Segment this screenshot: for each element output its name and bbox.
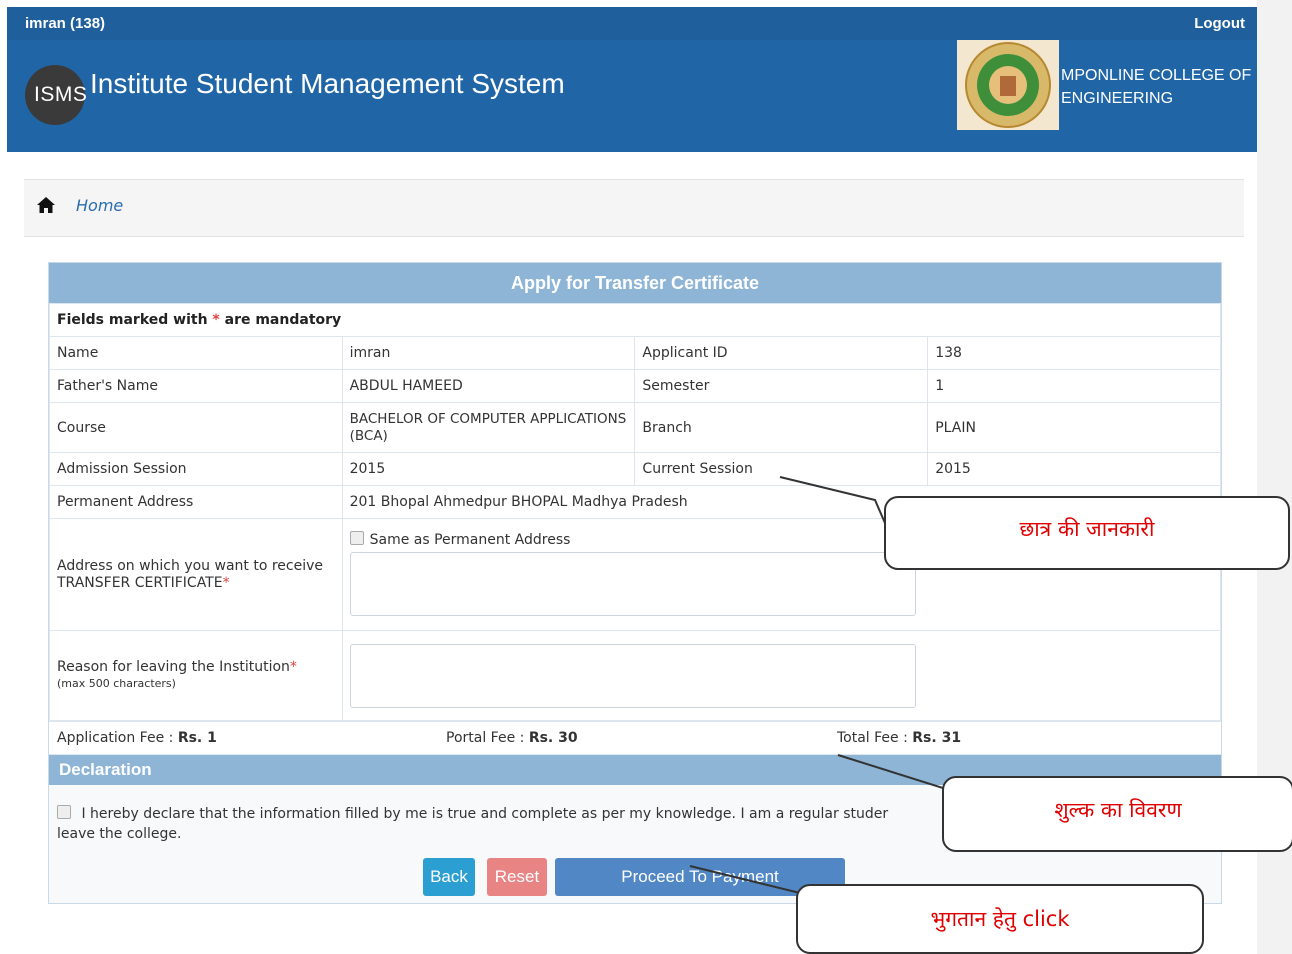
table-row: Reason for leaving the Institution* (max… bbox=[49, 630, 1222, 721]
permanent-address-label: Permanent Address bbox=[49, 485, 343, 519]
annotation-fee-details: शुल्क का विवरण bbox=[942, 776, 1292, 852]
breadcrumb-home-link[interactable]: Home bbox=[76, 196, 123, 215]
back-button[interactable]: Back bbox=[423, 858, 475, 896]
mandatory-note: Fields marked with * are mandatory bbox=[49, 303, 1221, 337]
top-bar: imran (138) Logout bbox=[7, 7, 1257, 40]
annotation-payment-click: भुगतान हेतु click bbox=[796, 884, 1204, 954]
semester-label: Semester bbox=[634, 369, 929, 403]
semester-value: 1 bbox=[927, 369, 1221, 403]
current-session-value: 2015 bbox=[927, 452, 1221, 486]
portal-fee: Portal Fee : Rs. 30 bbox=[446, 730, 578, 746]
required-star: * bbox=[289, 659, 297, 675]
name-label: Name bbox=[49, 336, 343, 370]
breadcrumb: Home bbox=[24, 179, 1244, 237]
admission-session-value: 2015 bbox=[341, 452, 636, 486]
admission-session-label: Admission Session bbox=[49, 452, 343, 486]
branch-label: Branch bbox=[634, 402, 929, 453]
course-label: Course bbox=[49, 402, 343, 453]
same-as-permanent-checkbox[interactable] bbox=[349, 531, 364, 545]
current-session-label: Current Session bbox=[634, 452, 929, 486]
annotation-student-info: छात्र की जानकारी bbox=[884, 496, 1290, 570]
total-fee-value: Rs. 31 bbox=[912, 730, 962, 746]
application-fee: Application Fee : Rs. 1 bbox=[57, 730, 217, 746]
logout-link[interactable]: Logout bbox=[1194, 15, 1245, 32]
form-title: Apply for Transfer Certificate bbox=[49, 263, 1221, 303]
declaration-checkbox[interactable] bbox=[57, 805, 71, 819]
declaration-text-line1: I hereby declare that the information fi… bbox=[81, 806, 889, 822]
father-name-value: ABDUL HAMEED bbox=[341, 369, 636, 403]
table-row: Name imran Applicant ID 138 bbox=[49, 336, 1221, 370]
college-name-line2: ENGINEERING bbox=[1061, 90, 1174, 107]
delivery-address-label-text: Address on which you want to receive TRA… bbox=[57, 557, 324, 591]
mandatory-note-pre: Fields marked with bbox=[57, 312, 213, 328]
reason-label-text: Reason for leaving the Institution bbox=[57, 659, 290, 675]
app-header: ISMS Institute Student Management System… bbox=[7, 40, 1257, 152]
portal-fee-value: Rs. 30 bbox=[528, 730, 578, 746]
delivery-address-input[interactable] bbox=[349, 552, 916, 616]
name-value: imran bbox=[341, 336, 636, 370]
college-emblem-icon bbox=[957, 40, 1059, 130]
reason-label: Reason for leaving the Institution* (max… bbox=[49, 630, 343, 721]
table-row: Course BACHELOR OF COMPUTER APPLICATIONS… bbox=[49, 402, 1221, 453]
portal-fee-label: Portal Fee : bbox=[446, 730, 529, 746]
branch-value: PLAIN bbox=[927, 402, 1221, 453]
applicant-id-value: 138 bbox=[927, 336, 1221, 370]
declaration-text-line2: leave the college. bbox=[57, 826, 182, 842]
table-row: Admission Session 2015 Current Session 2… bbox=[49, 452, 1221, 486]
father-name-label: Father's Name bbox=[49, 369, 343, 403]
table-row: Father's Name ABDUL HAMEED Semester 1 bbox=[49, 369, 1221, 403]
course-value: BACHELOR OF COMPUTER APPLICATIONS (BCA) bbox=[341, 402, 636, 453]
application-fee-label: Application Fee : bbox=[57, 730, 178, 746]
delivery-address-label: Address on which you want to receive TRA… bbox=[49, 518, 343, 631]
app-title: Institute Student Management System bbox=[90, 68, 565, 99]
applicant-id-label: Applicant ID bbox=[634, 336, 929, 370]
college-name-line1: MPONLINE COLLEGE OF bbox=[1061, 67, 1252, 84]
application-fee-value: Rs. 1 bbox=[177, 730, 217, 746]
mandatory-note-post: are mandatory bbox=[219, 312, 342, 328]
total-fee: Total Fee : Rs. 31 bbox=[837, 730, 961, 746]
reason-input[interactable] bbox=[349, 643, 916, 708]
fee-summary: Application Fee : Rs. 1 Portal Fee : Rs.… bbox=[49, 721, 1221, 755]
required-star: * bbox=[222, 574, 230, 591]
logged-in-user: imran (138) bbox=[25, 15, 106, 32]
reset-button[interactable]: Reset bbox=[487, 858, 547, 896]
total-fee-label: Total Fee : bbox=[837, 730, 913, 746]
required-star: * bbox=[212, 312, 220, 328]
home-icon[interactable] bbox=[36, 196, 56, 218]
same-as-permanent-label: Same as Permanent Address bbox=[369, 532, 571, 548]
college-name: MPONLINE COLLEGE OF ENGINEERING bbox=[1061, 64, 1251, 110]
isms-logo-text: ISMS bbox=[34, 83, 88, 106]
reason-hint: (max 500 characters) bbox=[57, 677, 176, 690]
reason-cell bbox=[341, 630, 1222, 721]
